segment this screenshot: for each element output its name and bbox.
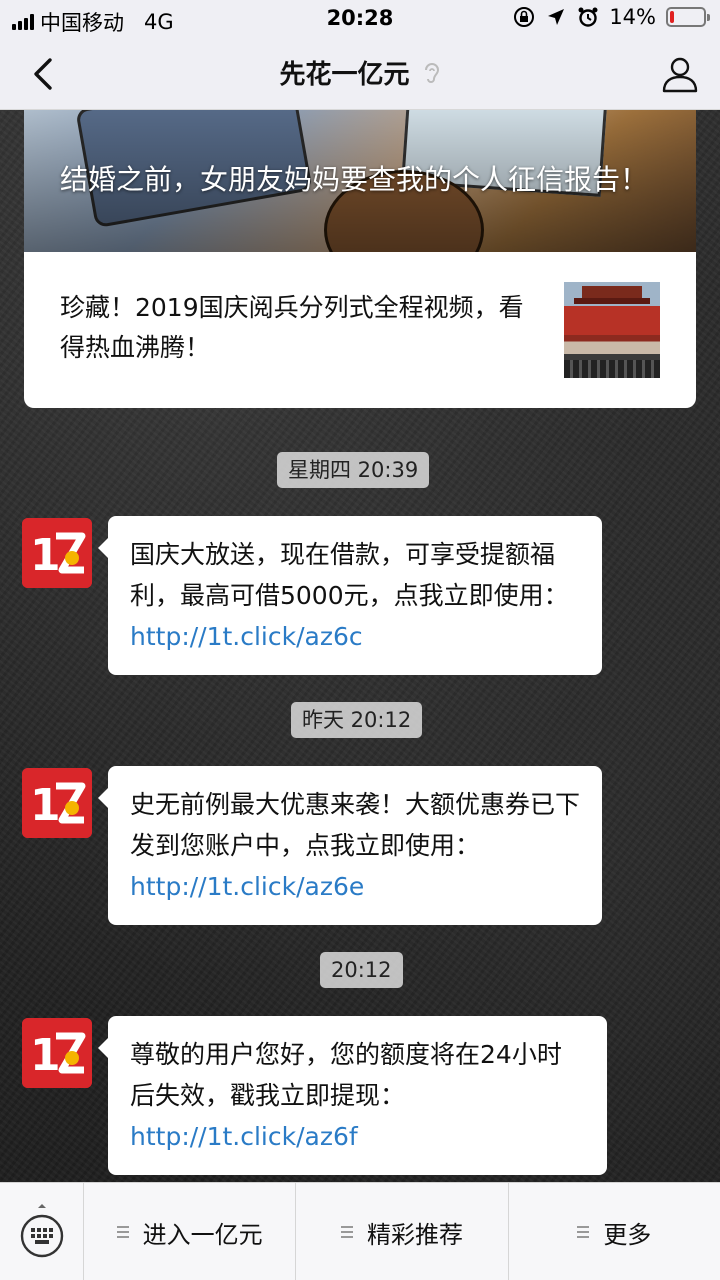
menu-item-label: 更多 (603, 1220, 652, 1249)
message-bubble[interactable]: 尊敬的用户您好，您的额度将在24小时后失效，戳我立即提现： http://1t.c… (98, 1016, 607, 1175)
page-title: 先花一亿元 (279, 60, 410, 90)
article-card: 结婚之前，女朋友妈妈要查我的个人征信报告！ 珍藏！2019国庆阅兵分列式全程视频… (24, 110, 696, 408)
status-bar: 中国移动 4G 20:28 14% (0, 0, 720, 38)
battery-percent: 14% (609, 5, 656, 29)
menu-item-more[interactable]: 更多 (509, 1183, 720, 1280)
earpiece-icon (424, 62, 439, 83)
menu-item-enter[interactable]: 进入一亿元 (84, 1183, 297, 1280)
location-icon (545, 6, 567, 28)
message-text: 史无前例最大优惠来袭！大额优惠券已下发到您账户中，点我立即使用： (130, 790, 581, 860)
avatar[interactable]: 1 (22, 1018, 92, 1088)
rotation-lock-icon (513, 6, 535, 28)
menu-lines-icon (116, 1223, 129, 1241)
message-link[interactable]: http://1t.click/az6e (130, 872, 364, 901)
profile-icon[interactable] (660, 54, 700, 94)
article-cover[interactable]: 结婚之前，女朋友妈妈要查我的个人征信报告！ (24, 110, 696, 252)
message-text: 尊敬的用户您好，您的额度将在24小时后失效，戳我立即提现： (130, 1040, 562, 1110)
menu-lines-icon (340, 1223, 353, 1241)
message-link[interactable]: http://1t.click/az6c (130, 622, 363, 651)
menu-item-recommend[interactable]: 精彩推荐 (296, 1183, 509, 1280)
menu-lines-icon (577, 1223, 590, 1241)
avatar[interactable]: 1 (22, 518, 92, 588)
message-bubble[interactable]: 史无前例最大优惠来袭！大额优惠券已下发到您账户中，点我立即使用： http://1… (98, 766, 602, 925)
message-bubble[interactable]: 国庆大放送，现在借款，可享受提额福利，最高可借5000元，点我立即使用： http… (98, 516, 602, 675)
sub-article-title: 珍藏！2019国庆阅兵分列式全程视频，看得热血沸腾！ (60, 293, 524, 362)
alarm-icon (577, 6, 599, 28)
battery-level (670, 11, 675, 23)
menu-item-label: 进入一亿元 (142, 1220, 263, 1249)
battery-icon (666, 7, 710, 27)
nav-bar: 先花一亿元 (0, 38, 720, 110)
bottom-menu: 进入一亿元 精彩推荐 更多 (0, 1182, 720, 1280)
avatar[interactable]: 1 (22, 768, 92, 838)
keyboard-icon (20, 1204, 63, 1258)
timestamp: 星期四 20:39 (277, 452, 430, 488)
menu-item-label: 精彩推荐 (366, 1220, 463, 1249)
message-text: 国庆大放送，现在借款，可享受提额福利，最高可借5000元，点我立即使用： (130, 540, 569, 610)
timestamp: 昨天 20:12 (291, 702, 423, 738)
keyboard-toggle-button[interactable] (0, 1183, 84, 1280)
timestamp: 20:12 (320, 952, 403, 988)
cover-title: 结婚之前，女朋友妈妈要查我的个人征信报告！ (60, 163, 649, 196)
sub-article[interactable]: 珍藏！2019国庆阅兵分列式全程视频，看得热血沸腾！ (24, 252, 696, 408)
sub-article-thumbnail (564, 282, 660, 378)
message-link[interactable]: http://1t.click/az6f (130, 1122, 358, 1151)
